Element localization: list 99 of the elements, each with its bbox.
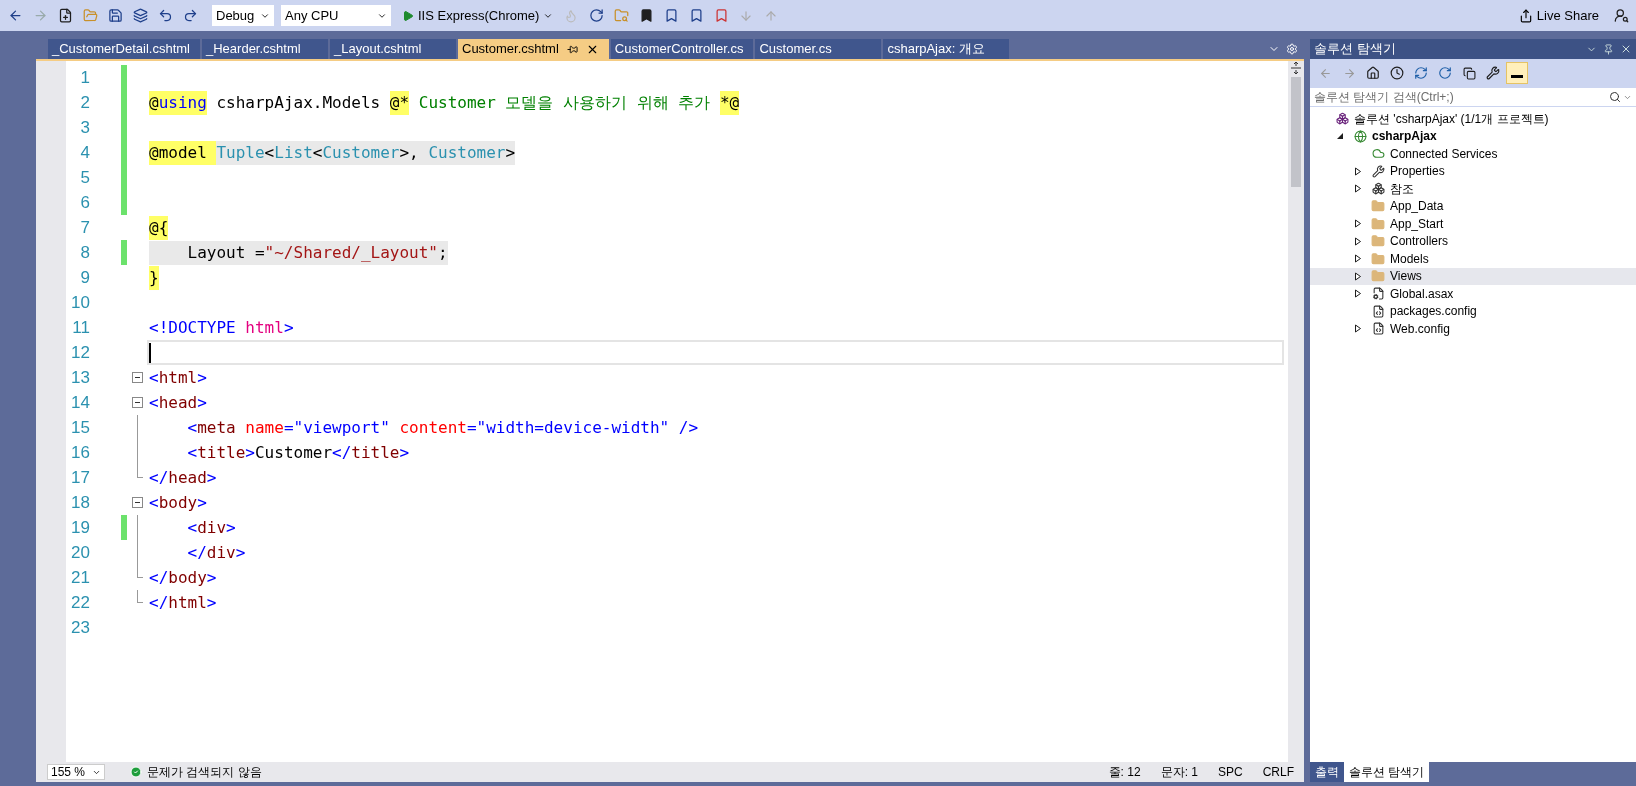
globe-icon	[1353, 129, 1367, 143]
editor-tab[interactable]: _Hearder.cshtml	[202, 39, 328, 59]
split-icon	[1290, 61, 1302, 75]
line-number: 9	[79, 266, 90, 289]
collapsed-icon[interactable]	[1354, 254, 1362, 264]
line-number: 17	[70, 466, 90, 489]
zoom-dropdown[interactable]: 155 %	[47, 764, 105, 780]
line-number: 2	[79, 91, 90, 114]
expanded-icon[interactable]	[1336, 132, 1344, 141]
whitespace-indicator[interactable]: SPC	[1217, 763, 1243, 781]
line-number: 4	[79, 141, 90, 164]
line-number: 21	[70, 566, 90, 589]
collapsed-icon[interactable]	[1354, 324, 1362, 334]
line-number: 16	[70, 441, 90, 464]
folder-icon	[1371, 199, 1385, 214]
editor-tab[interactable]: _CustomerDetail.cshtml	[48, 39, 200, 59]
line-number: 8	[79, 241, 90, 264]
code-line: <meta name="viewport" content="width=device-width" />	[186, 416, 700, 439]
line-number: 7	[79, 216, 90, 239]
references-icon	[1371, 182, 1385, 196]
line-number: 10	[70, 291, 90, 314]
line-number: 18	[70, 491, 90, 514]
editor-tab[interactable]: csharpAjax: 개요	[883, 39, 1010, 59]
code-line: @{	[147, 215, 1288, 240]
line-number: 6	[79, 191, 90, 214]
gear-file-icon	[1371, 287, 1385, 301]
code-line: </div>	[186, 541, 247, 564]
solution-icon	[1335, 112, 1349, 126]
line-number: 20	[70, 541, 90, 564]
editor-tab[interactable]: _Layout.cshtml	[330, 39, 456, 59]
text-cursor	[149, 342, 151, 363]
editor-tab[interactable]: Customer.cs	[755, 39, 882, 59]
collapse-icon[interactable]	[131, 372, 143, 383]
line-number: 3	[79, 116, 90, 139]
search-icon	[1609, 91, 1621, 103]
line-number: 15	[70, 416, 90, 439]
collapsed-icon[interactable]	[1354, 236, 1362, 246]
vertical-scrollbar[interactable]	[1288, 61, 1304, 762]
code-line: <!DOCTYPE html>	[148, 316, 295, 339]
collapsed-icon[interactable]	[1354, 271, 1362, 281]
line-number: 22	[70, 591, 90, 614]
code-line: </head>	[148, 466, 218, 489]
check-icon	[130, 766, 142, 778]
line-number: 11	[71, 316, 90, 339]
code-line: <title>Customer</title>	[186, 441, 411, 464]
scroll-thumb[interactable]	[1291, 77, 1301, 187]
folder-icon	[1371, 234, 1385, 249]
collapsed-icon[interactable]	[1354, 166, 1362, 176]
code-line: </body>	[148, 566, 218, 589]
code-line: <div>	[186, 516, 237, 539]
pin-icon	[1603, 43, 1614, 55]
code-line: }	[147, 265, 1288, 290]
config-file-icon	[1371, 322, 1385, 336]
issues-status[interactable]: 문제가 검색되지 않음	[147, 763, 262, 781]
code-line: Layout ="~/Shared/_Layout";	[147, 240, 1288, 265]
live-share-button[interactable]: Live Share	[1510, 4, 1607, 27]
column-indicator: 문자: 1	[1160, 764, 1198, 781]
line-ending-indicator[interactable]: CRLF	[1262, 763, 1294, 781]
search-field[interactable]: 솔루션 탐색기 검색(Ctrl+;)	[1310, 87, 1636, 107]
configuration-dropdown[interactable]: Debug	[212, 5, 274, 26]
code-line: <head>	[148, 391, 208, 414]
line-number: 19	[70, 516, 90, 539]
line-number: 12	[70, 341, 90, 364]
share-icon	[1518, 8, 1533, 23]
panel-title: 솔루션 탐색기	[1314, 40, 1396, 59]
config-file-icon	[1371, 304, 1385, 318]
run-button[interactable]: IIS Express(Chrome)	[398, 4, 558, 27]
close-icon	[1620, 43, 1632, 55]
code-line: @model Tuple<List<Customer>, Customer>	[147, 140, 1288, 165]
settings-icon	[1286, 43, 1298, 55]
collapse-icon[interactable]	[131, 497, 143, 508]
editor-tab[interactable]: CustomerController.cs	[610, 39, 754, 59]
folder-icon	[1371, 269, 1385, 284]
folder-icon	[1371, 216, 1385, 231]
line-number: 14	[70, 391, 90, 414]
play-icon	[402, 9, 414, 22]
code-line: <body>	[148, 491, 208, 514]
collapsed-icon[interactable]	[1354, 184, 1362, 194]
panel-tab[interactable]: 출력	[1310, 762, 1344, 782]
line-number: 5	[79, 166, 90, 189]
platform-dropdown[interactable]: Any CPU	[281, 5, 391, 26]
collapsed-icon[interactable]	[1354, 219, 1362, 229]
cloud-icon	[1371, 147, 1385, 161]
preview-toggle[interactable]	[1506, 62, 1528, 84]
line-number: 1	[79, 66, 90, 89]
code-line: </html>	[148, 591, 218, 614]
line-number: 13	[70, 366, 90, 389]
line-number: 23	[70, 616, 90, 639]
folder-icon	[1371, 251, 1385, 266]
line-indicator: 줄: 12	[1108, 764, 1141, 781]
code-line: <html>	[148, 366, 208, 389]
editor-tab[interactable]: Customer.cshtml	[458, 39, 609, 59]
code-line: @using csharpAjax.Models @* Customer 모델을 사용하기 위해 추가 *@	[147, 90, 1288, 115]
fold-guide	[137, 590, 143, 603]
pin-icon	[566, 43, 578, 55]
collapse-icon[interactable]	[131, 397, 143, 408]
collapsed-icon[interactable]	[1354, 289, 1362, 299]
panel-tab[interactable]: 솔루션 탐색기	[1344, 762, 1430, 782]
wrench-icon	[1371, 164, 1385, 178]
